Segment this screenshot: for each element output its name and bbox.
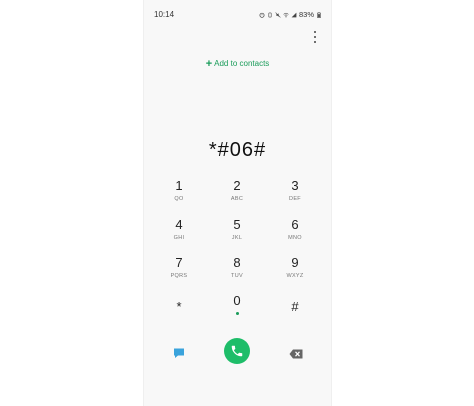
key-digit: 5 <box>233 217 241 232</box>
call-button[interactable] <box>224 338 250 364</box>
key-7[interactable]: 7 PQRS <box>157 256 201 286</box>
battery-icon <box>317 11 321 18</box>
alarm-icon <box>259 12 265 18</box>
key-3[interactable]: 3 DEF <box>273 179 317 209</box>
key-6[interactable]: 6 MNO <box>273 218 317 248</box>
phone-screen: 10:14 83% + Add to contacts *#06# 1 QO 2 … <box>143 0 332 406</box>
add-to-contacts-button[interactable]: + Add to contacts <box>144 58 331 70</box>
key-digit: # <box>291 299 299 314</box>
key-letters: PQRS <box>170 273 188 279</box>
signal-icon <box>291 12 297 17</box>
plus-icon: + <box>205 58 213 70</box>
key-letters: QO <box>174 196 184 202</box>
more-options-button[interactable] <box>311 31 319 43</box>
key-hash[interactable]: # <box>273 294 317 324</box>
key-digit: 9 <box>291 255 299 270</box>
key-letters: MNO <box>288 235 302 241</box>
key-letters: GHI <box>173 235 185 241</box>
key-8[interactable]: 8 TUV <box>215 256 259 286</box>
key-1[interactable]: 1 QO <box>157 179 201 209</box>
mute-icon <box>275 11 281 18</box>
wifi-icon <box>283 12 289 17</box>
backspace-icon <box>289 349 303 359</box>
message-icon <box>174 348 184 358</box>
key-digit: 2 <box>233 178 241 193</box>
message-button[interactable] <box>173 346 185 358</box>
key-0[interactable]: 0 <box>215 294 259 324</box>
key-5[interactable]: 5 JKL <box>215 218 259 248</box>
voicemail-dot <box>235 312 239 315</box>
key-letters: ABC <box>230 196 244 202</box>
key-letters: DEF <box>289 196 301 202</box>
key-digit: 6 <box>291 217 299 232</box>
key-letters: WXYZ <box>286 273 304 279</box>
key-4[interactable]: 4 GHI <box>157 218 201 248</box>
battery-percent: 83% <box>298 10 314 19</box>
key-digit: 8 <box>233 255 241 270</box>
status-bar: 10:14 83% <box>144 0 331 28</box>
vibrate-icon <box>268 12 272 17</box>
phone-icon <box>231 345 243 357</box>
dialed-number: *#06# <box>208 139 267 161</box>
add-to-contacts-label: Add to contacts <box>214 59 270 68</box>
backspace-button[interactable] <box>289 346 303 359</box>
key-digit: * <box>176 299 182 314</box>
key-star[interactable]: * <box>157 294 201 324</box>
status-time: 10:14 <box>154 10 175 19</box>
status-icons: 83% <box>259 10 322 19</box>
key-digit: 4 <box>175 217 183 232</box>
more-vertical-icon <box>314 31 316 33</box>
key-letters: TUV <box>231 273 243 279</box>
key-letters: JKL <box>231 235 243 241</box>
key-digit: 3 <box>291 178 299 193</box>
key-digit: 0 <box>233 293 241 308</box>
key-digit: 1 <box>175 178 183 193</box>
key-digit: 7 <box>175 255 183 270</box>
key-2[interactable]: 2 ABC <box>215 179 259 209</box>
key-9[interactable]: 9 WXYZ <box>273 256 317 286</box>
